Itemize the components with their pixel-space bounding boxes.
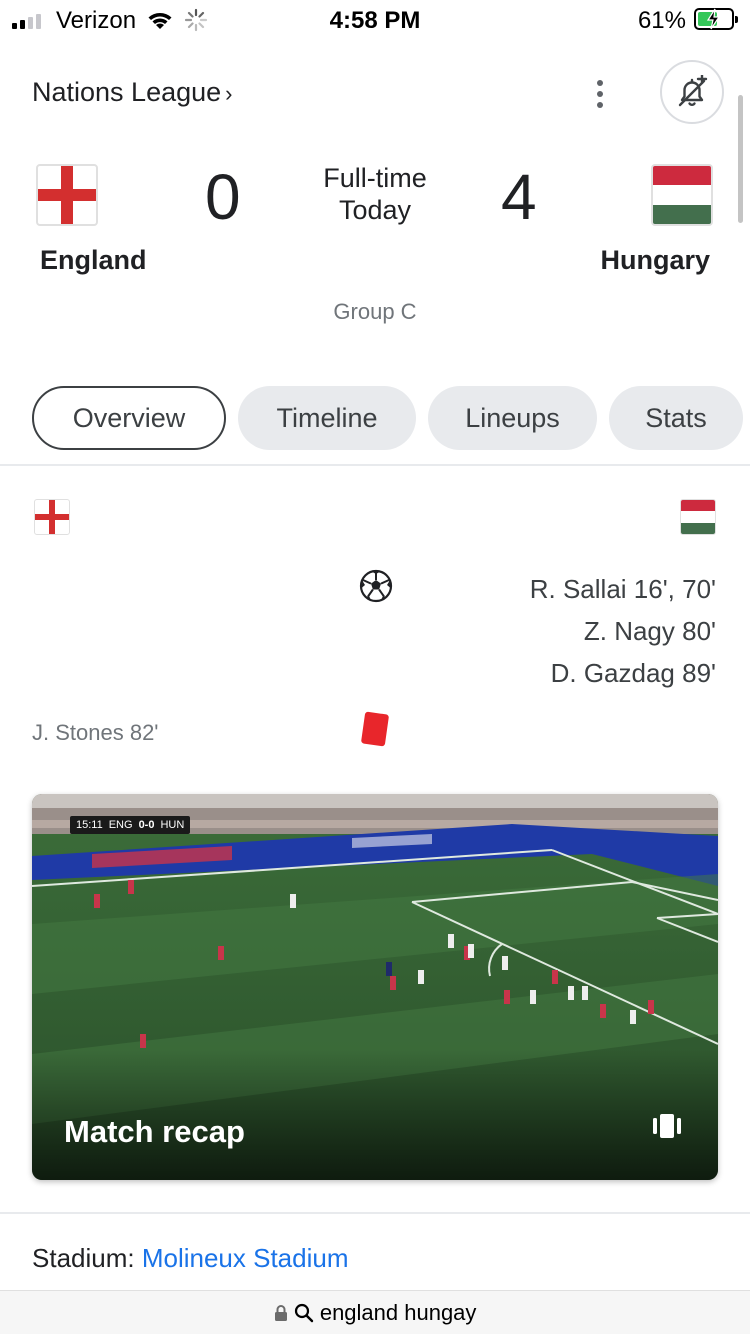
league-link[interactable]: Nations League › [32, 77, 232, 108]
scrollbar[interactable] [738, 95, 743, 223]
soccer-ball-icon [359, 569, 393, 608]
tab-stats[interactable]: Stats [609, 386, 743, 450]
red-card-player: J. Stones 82' [32, 720, 159, 745]
match-recap-video[interactable]: 15:11 ENG 0-0 HUN Match recap [32, 794, 718, 1180]
home-team-name[interactable]: England [40, 245, 147, 276]
address-bar-query: england hungay [319, 1300, 477, 1325]
league-name: Nations League [32, 77, 222, 107]
lock-icon [274, 1305, 287, 1321]
divider [0, 464, 750, 466]
browser-address-bar[interactable]: england hungay [0, 1290, 750, 1334]
divider [0, 1212, 750, 1214]
more-options-button[interactable] [586, 76, 614, 112]
shorts-icon [652, 1113, 682, 1144]
status-bar: Verizon 4:58 PM 61% [0, 0, 750, 40]
address-bar-content: england hungay [0, 1300, 750, 1326]
stadium-label: Stadium: [32, 1243, 135, 1273]
away-team-name[interactable]: Hungary [600, 245, 710, 276]
goal-scorer: R. Sallai 16', 70' [529, 574, 716, 604]
scorebug-score: 0-0 [138, 819, 155, 831]
match-status-line2: Today [338, 195, 412, 225]
more-vert-icon [597, 80, 603, 86]
match-status: Full-time Today [275, 162, 475, 226]
video-scorebug: 15:11 ENG 0-0 HUN [70, 816, 191, 834]
hungary-flag-small-icon [680, 499, 716, 535]
goal-scorer: D. Gazdag 89' [550, 658, 716, 688]
battery-icon [694, 8, 738, 30]
group-label: Group C [333, 299, 417, 324]
match-status-line1: Full-time [323, 163, 427, 193]
chevron-right-icon: › [225, 81, 233, 106]
home-score: 0 [205, 161, 241, 233]
scorebug-home: ENG [108, 819, 133, 831]
hungary-flag-icon [651, 164, 713, 226]
england-flag-small-icon [34, 499, 70, 535]
stadium-link[interactable]: Molineux Stadium [142, 1243, 349, 1273]
goal-scorer: Z. Nagy 80' [583, 616, 716, 646]
search-icon [294, 1303, 313, 1323]
scorebug-clock: 15:11 [76, 819, 103, 831]
england-flag-icon [36, 164, 98, 226]
stadium-row: Stadium: Molineux Stadium [32, 1243, 349, 1274]
tab-lineups[interactable]: Lineups [428, 386, 597, 450]
red-card-icon [360, 711, 390, 747]
video-title: Match recap [64, 1114, 245, 1149]
notification-button[interactable] [660, 60, 724, 124]
tab-timeline[interactable]: Timeline [238, 386, 416, 450]
scorebug-away: HUN [160, 819, 185, 831]
away-score: 4 [501, 161, 537, 233]
bell-plus-icon [678, 75, 708, 107]
tab-overview[interactable]: Overview [32, 386, 226, 450]
battery-percentage: 61% [637, 7, 686, 34]
